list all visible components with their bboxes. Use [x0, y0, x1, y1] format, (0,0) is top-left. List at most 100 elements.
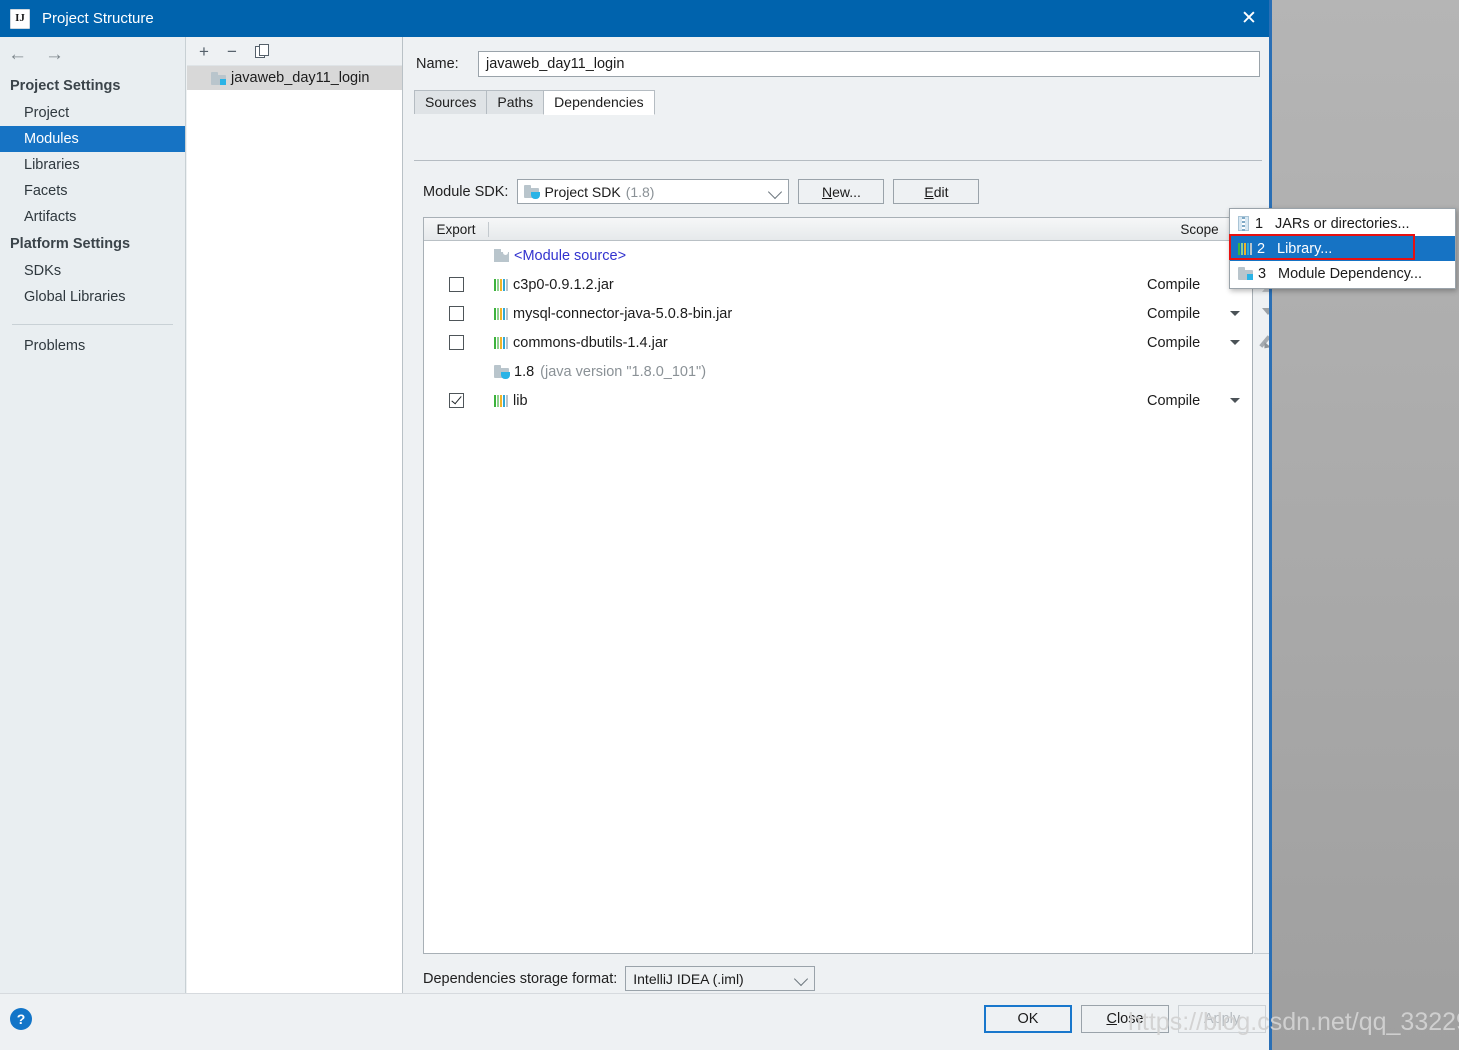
- tab-sources[interactable]: Sources: [414, 90, 488, 114]
- sidebar-item-libraries[interactable]: Libraries: [0, 152, 185, 178]
- name-cell: c3p0-0.9.1.2.jar: [488, 277, 1147, 293]
- sidebar-divider: [12, 324, 173, 325]
- menu-item-number: 3: [1258, 265, 1267, 282]
- dependencies-tab-content: Module SDK: Project SDK (1.8) New... Edi…: [414, 160, 1269, 991]
- move-down-icon[interactable]: [1262, 308, 1269, 315]
- back-arrow-icon[interactable]: ←: [8, 45, 27, 64]
- chevron-down-icon[interactable]: [1230, 398, 1240, 403]
- close-icon[interactable]: ✕: [1226, 0, 1269, 37]
- edit-pencil-icon[interactable]: [1260, 333, 1269, 349]
- chevron-down-icon: [794, 971, 809, 987]
- table-row[interactable]: commons-dbutils-1.4.jar Compile: [424, 328, 1252, 357]
- tab-paths[interactable]: Paths: [486, 90, 545, 114]
- export-checkbox[interactable]: [448, 277, 464, 292]
- new-sdk-button[interactable]: New...: [798, 179, 885, 204]
- export-cell[interactable]: [424, 277, 488, 292]
- nav-arrows: ← →: [0, 37, 185, 72]
- sidebar-group-platform-settings: Platform Settings: [10, 236, 131, 252]
- edit-sdk-button-label-rest: dit: [933, 183, 949, 200]
- storage-format-select[interactable]: IntelliJ IDEA (.iml): [625, 966, 816, 991]
- name-cell: <Module source>: [488, 248, 1147, 264]
- scope-cell[interactable]: Compile: [1147, 335, 1252, 351]
- module-name-input[interactable]: javaweb_day11_login: [478, 51, 1260, 77]
- sidebar-item-global-libraries[interactable]: Global Libraries: [0, 284, 185, 310]
- export-cell[interactable]: [424, 306, 488, 321]
- modules-toolbar: + −: [187, 37, 402, 66]
- sidebar-item-sdks[interactable]: SDKs: [0, 258, 185, 284]
- zip-icon: [1238, 216, 1249, 232]
- dependencies-table: Export Scope <Module source> c3p0-0.9.1.…: [423, 217, 1253, 954]
- new-sdk-button-label-rest: ew...: [832, 183, 861, 200]
- tab-dependencies[interactable]: Dependencies: [543, 90, 655, 115]
- ok-button[interactable]: OK: [984, 1005, 1072, 1033]
- menu-item-jars-or-directories[interactable]: 1 JARs or directories...: [1230, 211, 1455, 236]
- module-folder-icon: [211, 71, 226, 85]
- export-cell[interactable]: [424, 393, 488, 408]
- module-icon: [1238, 267, 1253, 280]
- name-cell: mysql-connector-java-5.0.8-bin.jar: [488, 306, 1147, 322]
- add-dependency-menu: 1 JARs or directories... 2 Library... 3 …: [1229, 208, 1456, 289]
- sidebar-item-project[interactable]: Project: [0, 100, 185, 126]
- row-label: 1.8: [514, 363, 535, 380]
- scope-cell[interactable]: Compile: [1147, 393, 1252, 409]
- scope-value: Compile: [1147, 334, 1201, 351]
- storage-format-row: Dependencies storage format: IntelliJ ID…: [423, 966, 816, 991]
- dependencies-side-toolbar: + −: [1254, 217, 1269, 954]
- jar-icon: [1238, 242, 1252, 255]
- module-tree-item[interactable]: javaweb_day11_login: [187, 66, 402, 90]
- sidebar: ← → Project Settings Project Modules Lib…: [0, 37, 186, 993]
- module-sdk-version: (1.8): [625, 183, 655, 200]
- sidebar-item-artifacts[interactable]: Artifacts: [0, 204, 185, 230]
- name-cell: commons-dbutils-1.4.jar: [488, 335, 1147, 351]
- chevron-down-icon[interactable]: [1230, 311, 1240, 316]
- table-header-row: Export Scope: [424, 218, 1252, 241]
- chevron-down-icon[interactable]: [1230, 340, 1240, 345]
- row-label-suffix: (java version "1.8.0_101"): [540, 363, 707, 380]
- menu-item-module-dependency[interactable]: 3 Module Dependency...: [1230, 261, 1455, 286]
- sidebar-group-project-settings: Project Settings: [10, 78, 121, 94]
- export-cell[interactable]: [424, 335, 488, 350]
- remove-module-button[interactable]: −: [227, 43, 237, 60]
- sidebar-item-modules[interactable]: Modules: [0, 126, 185, 152]
- sidebar-item-problems[interactable]: Problems: [0, 333, 185, 359]
- jar-icon: [494, 336, 508, 349]
- modules-tree-panel: + − javaweb_day11_login: [187, 37, 403, 993]
- row-label: c3p0-0.9.1.2.jar: [513, 276, 614, 293]
- module-name-row: Name: javaweb_day11_login: [404, 37, 1269, 77]
- table-row[interactable]: lib Compile: [424, 386, 1252, 415]
- chevron-down-icon: [768, 184, 783, 200]
- module-sdk-row: Module SDK: Project SDK (1.8) New... Edi…: [414, 161, 1262, 204]
- export-checkbox[interactable]: [448, 393, 464, 408]
- module-tree-item-label: javaweb_day11_login: [231, 70, 370, 86]
- module-tabs: Sources Paths Dependencies: [414, 90, 1269, 115]
- module-source-icon: [494, 249, 509, 262]
- sidebar-item-facets[interactable]: Facets: [0, 178, 185, 204]
- table-row[interactable]: c3p0-0.9.1.2.jar Compile: [424, 270, 1252, 299]
- help-icon[interactable]: ?: [10, 1008, 32, 1030]
- copy-module-icon[interactable]: [254, 44, 269, 58]
- table-row[interactable]: <Module source>: [424, 241, 1252, 270]
- name-cell: 1.8 (java version "1.8.0_101"): [488, 364, 1147, 380]
- table-body: <Module source> c3p0-0.9.1.2.jar Compile…: [424, 241, 1252, 953]
- export-checkbox[interactable]: [448, 306, 464, 321]
- menu-item-number: 2: [1257, 240, 1266, 257]
- column-header-export[interactable]: Export: [424, 221, 489, 237]
- name-cell: lib: [488, 393, 1147, 409]
- module-sdk-value: Project SDK: [544, 183, 621, 200]
- export-checkbox[interactable]: [448, 335, 464, 350]
- jar-icon: [494, 278, 508, 291]
- forward-arrow-icon[interactable]: →: [45, 45, 64, 64]
- storage-format-value: IntelliJ IDEA (.iml): [633, 970, 744, 987]
- scope-value: Compile: [1147, 276, 1201, 293]
- add-module-button[interactable]: +: [199, 43, 209, 60]
- watermark-text: https://blog.csdn.net/qq_33229669: [1128, 1008, 1459, 1036]
- scope-cell[interactable]: Compile: [1147, 306, 1252, 322]
- row-label: commons-dbutils-1.4.jar: [513, 334, 668, 351]
- menu-item-library[interactable]: 2 Library...: [1230, 236, 1455, 261]
- table-row[interactable]: mysql-connector-java-5.0.8-bin.jar Compi…: [424, 299, 1252, 328]
- table-row[interactable]: 1.8 (java version "1.8.0_101"): [424, 357, 1252, 386]
- edit-sdk-button[interactable]: Edit: [893, 179, 980, 204]
- module-sdk-select[interactable]: Project SDK (1.8): [517, 179, 790, 204]
- row-label: lib: [513, 392, 528, 409]
- title-bar: IJ Project Structure ✕: [0, 0, 1269, 37]
